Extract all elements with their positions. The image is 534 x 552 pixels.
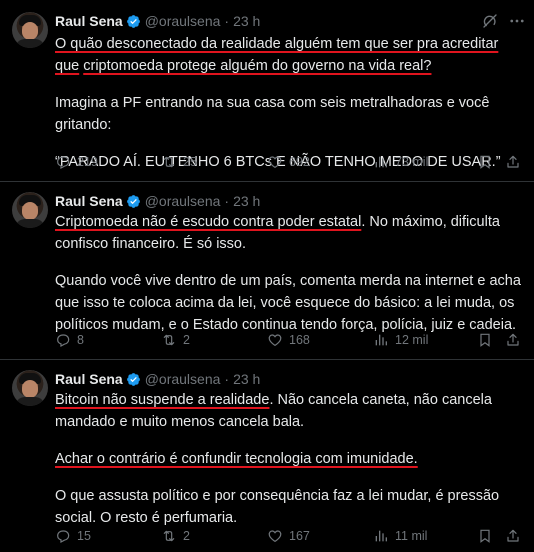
heart-icon bbox=[267, 154, 283, 170]
like-button[interactable]: 692 bbox=[267, 152, 310, 172]
author-handle[interactable]: @oraulsena bbox=[145, 193, 221, 209]
tweet-text: Bitcoin não suspende a realidade. Não ca… bbox=[55, 389, 525, 529]
share-icon bbox=[505, 154, 521, 170]
author-name[interactable]: Raul Sena bbox=[55, 371, 123, 387]
highlighted-text: Achar o contrário é confundir tecnologia… bbox=[55, 451, 418, 467]
separator-dot: · bbox=[224, 193, 230, 209]
reply-count: 219 bbox=[77, 155, 98, 169]
bookmark-icon bbox=[477, 154, 493, 170]
reply-button[interactable]: 8 bbox=[55, 330, 84, 350]
action-bar: 8 2 168 12 mil bbox=[55, 330, 525, 350]
author-name[interactable]: Raul Sena bbox=[55, 13, 123, 29]
heart-icon bbox=[267, 528, 283, 544]
reply-button[interactable]: 15 bbox=[55, 526, 91, 546]
view-count: 73 mil bbox=[395, 155, 429, 169]
repost-button[interactable]: 25 bbox=[161, 152, 197, 172]
bookmark-button[interactable] bbox=[477, 330, 493, 350]
like-count: 692 bbox=[289, 155, 310, 169]
tweet-text: Criptomoeda não é escudo contra poder es… bbox=[55, 211, 525, 336]
paragraph: Imagina a PF entrando na sua casa com se… bbox=[55, 95, 490, 133]
highlighted-text: Criptomoeda não é escudo contra poder es… bbox=[55, 214, 362, 230]
reply-button[interactable]: 219 bbox=[55, 152, 98, 172]
tweet-header: Raul Sena @oraulsena · 23 h bbox=[55, 12, 260, 30]
reply-count: 15 bbox=[77, 529, 91, 543]
heart-icon bbox=[267, 332, 283, 348]
author-handle[interactable]: @oraulsena bbox=[145, 371, 221, 387]
verified-badge-icon bbox=[126, 194, 141, 209]
timestamp[interactable]: 23 h bbox=[233, 371, 260, 387]
highlighted-text: Bitcoin não suspende a realidade bbox=[55, 392, 270, 408]
tweet-header: Raul Sena @oraulsena · 23 h bbox=[55, 192, 260, 210]
views-button[interactable]: 73 mil bbox=[373, 152, 428, 172]
repost-count: 2 bbox=[183, 529, 190, 543]
repost-button[interactable]: 2 bbox=[161, 330, 190, 350]
divider bbox=[0, 359, 534, 360]
paragraph: O que assusta político e por consequênci… bbox=[55, 488, 500, 526]
tweet-header: Raul Sena @oraulsena · 23 h bbox=[55, 370, 260, 388]
author-name[interactable]: Raul Sena bbox=[55, 193, 123, 209]
timestamp[interactable]: 23 h bbox=[233, 13, 260, 29]
action-bar: 219 25 692 73 mil bbox=[55, 152, 525, 172]
views-icon bbox=[373, 154, 389, 170]
reply-icon bbox=[55, 528, 71, 544]
verified-badge-icon bbox=[126, 14, 141, 29]
repost-button[interactable]: 2 bbox=[161, 526, 190, 546]
author-handle[interactable]: @oraulsena bbox=[145, 13, 221, 29]
share-icon bbox=[505, 332, 521, 348]
divider bbox=[0, 181, 534, 182]
repost-icon bbox=[161, 154, 177, 170]
repost-count: 25 bbox=[183, 155, 197, 169]
avatar[interactable] bbox=[12, 192, 48, 228]
views-icon bbox=[373, 332, 389, 348]
reply-count: 8 bbox=[77, 333, 84, 347]
view-count: 11 mil bbox=[395, 529, 428, 543]
share-button[interactable] bbox=[505, 152, 521, 172]
share-button[interactable] bbox=[505, 526, 521, 546]
bookmark-button[interactable] bbox=[477, 152, 493, 172]
verified-badge-icon bbox=[126, 372, 141, 387]
bookmark-icon bbox=[477, 332, 493, 348]
timestamp[interactable]: 23 h bbox=[233, 193, 260, 209]
views-button[interactable]: 12 mil bbox=[373, 330, 428, 350]
highlighted-text: criptomoeda protege alguém do governo na… bbox=[83, 58, 432, 74]
views-icon bbox=[373, 528, 389, 544]
like-button[interactable]: 167 bbox=[267, 526, 310, 546]
avatar[interactable] bbox=[12, 370, 48, 406]
view-count: 12 mil bbox=[395, 333, 429, 347]
reply-icon bbox=[55, 332, 71, 348]
bookmark-button[interactable] bbox=[477, 526, 493, 546]
repost-icon bbox=[161, 332, 177, 348]
repost-icon bbox=[161, 528, 177, 544]
reply-icon bbox=[55, 154, 71, 170]
separator-dot: · bbox=[224, 371, 230, 387]
separator-dot: · bbox=[224, 13, 230, 29]
bookmark-icon bbox=[477, 528, 493, 544]
more-options-icon[interactable] bbox=[508, 12, 526, 30]
avatar[interactable] bbox=[12, 12, 48, 48]
repost-count: 2 bbox=[183, 333, 190, 347]
share-icon bbox=[505, 528, 521, 544]
paragraph: Quando você vive dentro de um país, come… bbox=[55, 273, 521, 333]
action-bar: 15 2 167 11 mil bbox=[55, 526, 525, 546]
share-button[interactable] bbox=[505, 330, 521, 350]
grok-icon[interactable] bbox=[481, 12, 499, 30]
views-button[interactable]: 11 mil bbox=[373, 526, 427, 546]
like-count: 168 bbox=[289, 333, 310, 347]
like-count: 167 bbox=[289, 529, 310, 543]
like-button[interactable]: 168 bbox=[267, 330, 310, 350]
